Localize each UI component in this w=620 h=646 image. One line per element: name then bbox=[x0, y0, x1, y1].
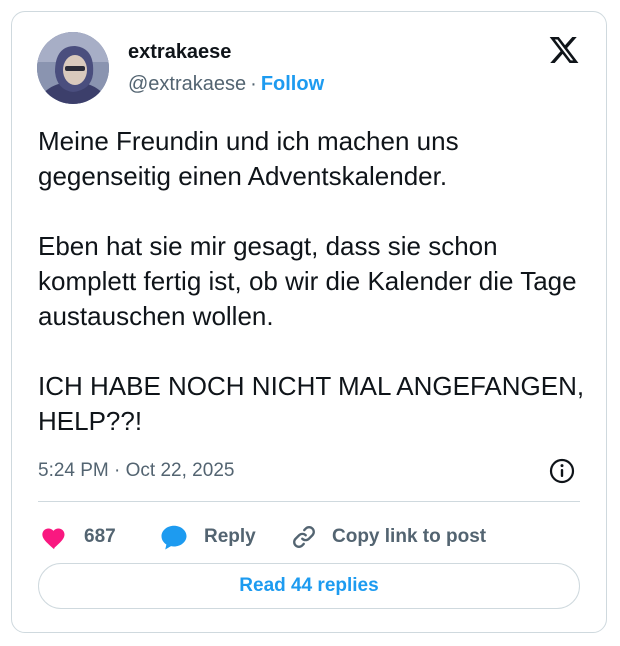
info-icon[interactable] bbox=[549, 458, 575, 484]
avatar[interactable] bbox=[37, 32, 109, 104]
tweet-timestamp[interactable]: 5:24 PM · Oct 22, 2025 bbox=[38, 459, 234, 483]
follow-button[interactable]: Follow bbox=[261, 73, 324, 95]
likes-count: 687 bbox=[84, 526, 116, 547]
tweet-card: extrakaese @extrakaese · Follow Meine Freu… bbox=[11, 11, 607, 633]
reply-button[interactable]: Reply bbox=[158, 517, 256, 557]
tweet-time: 5:24 PM bbox=[38, 460, 109, 481]
author-display-name[interactable]: extrakaese bbox=[128, 40, 231, 64]
tweet-date: Oct 22, 2025 bbox=[125, 460, 235, 481]
tweet-paragraph: Meine Freundin und ich machen uns gegens… bbox=[38, 126, 459, 191]
copy-link-button[interactable]: Copy link to post bbox=[288, 517, 486, 557]
author-handle[interactable]: @extrakaese bbox=[128, 73, 246, 95]
tweet-paragraph: Eben hat sie mir gesagt, dass sie schon … bbox=[38, 231, 577, 331]
speech-bubble-icon bbox=[158, 521, 190, 553]
heart-icon bbox=[38, 521, 70, 553]
x-logo-icon[interactable] bbox=[548, 34, 580, 66]
link-icon bbox=[288, 521, 320, 553]
handle-separator: · bbox=[250, 73, 257, 95]
tweet-text: Meine Freundin und ich machen uns gegens… bbox=[38, 124, 588, 439]
copy-link-label: Copy link to post bbox=[332, 526, 487, 547]
reply-label: Reply bbox=[204, 526, 256, 547]
like-button[interactable]: 687 bbox=[38, 517, 116, 557]
tweet-paragraph: ICH HABE NOCH NICHT MAL ANGEFANGEN, HELP… bbox=[38, 371, 585, 436]
author-handle-row: @extrakaese · Follow bbox=[128, 72, 324, 96]
avatar-image bbox=[37, 32, 109, 104]
read-replies-button[interactable]: Read 44 replies bbox=[38, 563, 580, 609]
timestamp-separator: · bbox=[114, 460, 121, 481]
divider bbox=[38, 501, 580, 502]
action-bar: 687 Reply Copy link to post bbox=[38, 517, 580, 557]
